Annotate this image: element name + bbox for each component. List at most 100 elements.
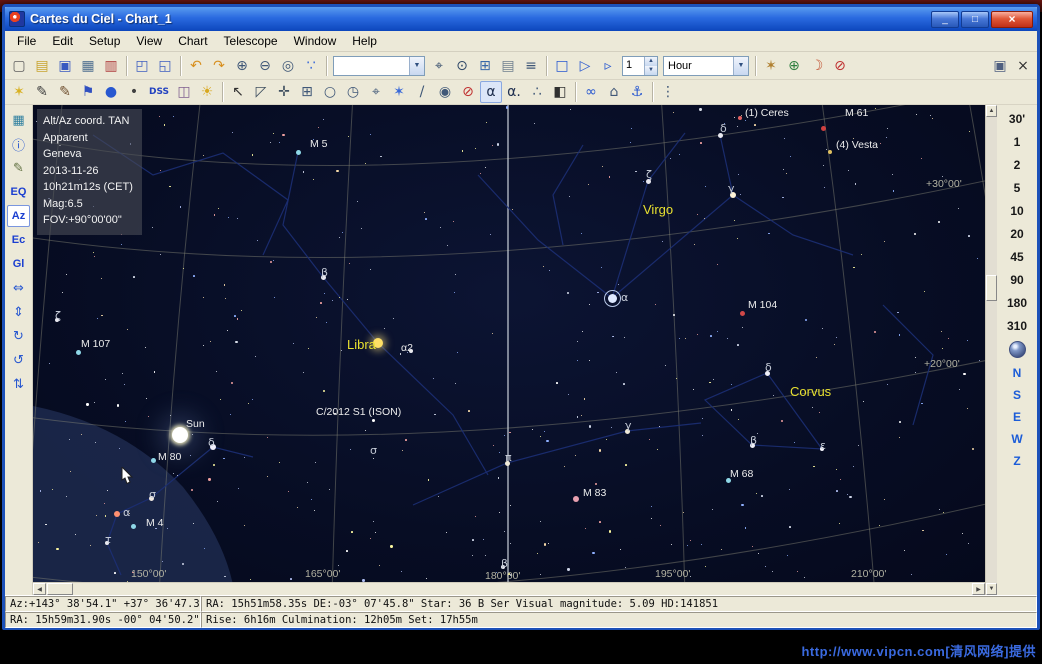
coord-eq-button[interactable]: EQ xyxy=(7,181,30,203)
time-step-button[interactable]: ▹ xyxy=(597,55,619,77)
big-dot-button[interactable]: ● xyxy=(100,81,122,103)
grid-toggle-button[interactable]: ⊞ xyxy=(296,81,318,103)
restrict-button[interactable]: ⊘ xyxy=(457,81,479,103)
coord-az-button[interactable]: Az xyxy=(7,205,30,227)
pin-button[interactable]: ⚑ xyxy=(77,81,99,103)
vertical-scroll-thumb[interactable] xyxy=(986,275,997,301)
label-alpha-button[interactable]: α xyxy=(480,81,502,103)
select-arrow-button[interactable]: ↖ xyxy=(227,81,249,103)
flip-vertical-button[interactable]: ⇕ xyxy=(7,301,30,323)
twinkle-button[interactable]: ✶ xyxy=(388,81,410,103)
search-button[interactable]: ⌖ xyxy=(428,55,450,77)
direction-z[interactable]: Z xyxy=(998,450,1036,472)
label-format-button[interactable]: α. xyxy=(503,81,525,103)
contrast-button[interactable]: ◧ xyxy=(549,81,571,103)
time-stop-button[interactable]: □ xyxy=(551,55,573,77)
small-dot-button[interactable]: • xyxy=(123,81,145,103)
dome-button[interactable]: ⌂ xyxy=(603,81,625,103)
panel-toggle-button[interactable]: ▣ xyxy=(989,55,1011,77)
fov-10[interactable]: 10 xyxy=(998,199,1036,222)
print-button[interactable]: ▦ xyxy=(77,55,99,77)
vertical-scrollbar[interactable]: ▲ ▼ xyxy=(985,105,997,595)
fov-45[interactable]: 45 xyxy=(998,245,1036,268)
redo-button[interactable]: ↷ xyxy=(208,55,230,77)
fov-1[interactable]: 1 xyxy=(998,130,1036,153)
spin-down-icon[interactable]: ▼ xyxy=(645,66,657,75)
fov-310[interactable]: 310 xyxy=(998,314,1036,337)
chart-config-button[interactable]: ▦ xyxy=(7,109,30,131)
dss-image-button[interactable]: DSS xyxy=(146,81,172,103)
titlebar[interactable]: Cartes du Ciel - Chart_1 _□× xyxy=(5,7,1037,31)
dot-menu-button[interactable]: ∵ xyxy=(300,55,322,77)
finder-star-button[interactable]: ✶ xyxy=(8,81,30,103)
time-unit-combo[interactable]: Hour▼ xyxy=(663,56,749,76)
sphere-icon[interactable] xyxy=(1009,341,1026,358)
more-tools-button[interactable]: ⋮ xyxy=(657,81,679,103)
menu-window[interactable]: Window xyxy=(286,32,345,50)
link-charts-button[interactable]: ∞ xyxy=(580,81,602,103)
compass-button[interactable]: ◉ xyxy=(434,81,456,103)
calendar-button[interactable]: ▤ xyxy=(497,55,519,77)
scroll-up-icon[interactable]: ▲ xyxy=(986,105,997,117)
abort-slew-button[interactable]: ⊘ xyxy=(829,55,851,77)
direction-s[interactable]: S xyxy=(998,384,1036,406)
minimize-button[interactable]: _ xyxy=(931,11,959,28)
zoom-in-button[interactable]: ⊕ xyxy=(231,55,253,77)
fov-2[interactable]: 2 xyxy=(998,153,1036,176)
chevron-down-icon[interactable]: ▼ xyxy=(733,57,748,75)
fov-circle-button[interactable]: ○ xyxy=(319,81,341,103)
advanced-search-button[interactable]: ⊙ xyxy=(451,55,473,77)
time-play-button[interactable]: ▷ xyxy=(574,55,596,77)
direction-n[interactable]: N xyxy=(998,362,1036,384)
night-vision-button[interactable]: ☽ xyxy=(806,55,828,77)
position-grid-button[interactable]: ⊞ xyxy=(474,55,496,77)
track-target-button[interactable]: ⊕ xyxy=(783,55,805,77)
print-setup-button[interactable]: ▥ xyxy=(100,55,122,77)
save-chart-button[interactable]: ▣ xyxy=(54,55,76,77)
direction-w[interactable]: W xyxy=(998,428,1036,450)
object-search-combo[interactable]: ▼ xyxy=(333,56,425,76)
coord-gl-button[interactable]: Gl xyxy=(7,253,30,275)
select-area-button[interactable]: ◸ xyxy=(250,81,272,103)
menu-edit[interactable]: Edit xyxy=(44,32,81,50)
menu-file[interactable]: File xyxy=(9,32,44,50)
rotate-ccw-button[interactable]: ↺ xyxy=(7,349,30,371)
menu-telescope[interactable]: Telescope xyxy=(216,32,286,50)
horizontal-scrollbar[interactable]: ◀ ▶ xyxy=(33,582,985,595)
coord-ec-button[interactable]: Ec xyxy=(7,229,30,251)
line-style-button[interactable]: / xyxy=(411,81,433,103)
time-increment-input[interactable]: 1▲▼ xyxy=(622,56,658,76)
maximize-button[interactable]: □ xyxy=(961,11,989,28)
copy-image-button[interactable]: ◰ xyxy=(131,55,153,77)
scroll-left-icon[interactable]: ◀ xyxy=(33,583,46,595)
pencil-button[interactable]: ✎ xyxy=(31,81,53,103)
rotate-cw-button[interactable]: ↻ xyxy=(7,325,30,347)
spin-up-icon[interactable]: ▲ xyxy=(645,57,657,66)
bulb-button[interactable]: ☀ xyxy=(196,81,218,103)
telescope-goto-button[interactable]: ✶ xyxy=(760,55,782,77)
scroll-right-icon[interactable]: ▶ xyxy=(972,583,985,595)
object-list-button[interactable]: ≡ xyxy=(520,55,542,77)
flip-horizontal-button[interactable]: ⇔ xyxy=(7,277,30,299)
horizontal-scroll-thumb[interactable] xyxy=(47,583,73,595)
zoom-out-button[interactable]: ⊖ xyxy=(254,55,276,77)
label-pen-button[interactable]: ✎ xyxy=(54,81,76,103)
swap-view-button[interactable]: ⇅ xyxy=(7,373,30,395)
new-chart-button[interactable]: ▢ xyxy=(8,55,30,77)
star-density-button[interactable]: ∴ xyxy=(526,81,548,103)
scroll-down-icon[interactable]: ▼ xyxy=(986,583,997,595)
copy-chart-button[interactable]: ◱ xyxy=(154,55,176,77)
menu-help[interactable]: Help xyxy=(344,32,385,50)
object-info-button[interactable]: ⓘ xyxy=(7,133,30,155)
clock-button[interactable]: ◷ xyxy=(342,81,364,103)
fov-90[interactable]: 90 xyxy=(998,268,1036,291)
menu-chart[interactable]: Chart xyxy=(170,32,215,50)
watermark-link[interactable]: http://www.vipcn.com[清风网络]提供 xyxy=(801,641,1036,660)
undo-button[interactable]: ↶ xyxy=(185,55,207,77)
fov-180[interactable]: 180 xyxy=(998,291,1036,314)
zoom-default-button[interactable]: ◎ xyxy=(277,55,299,77)
fov-20[interactable]: 20 xyxy=(998,222,1036,245)
edit-labels-button[interactable]: ✎ xyxy=(7,157,30,179)
sky-chart[interactable]: Alt/Az coord. TANApparentGeneva2013-11-2… xyxy=(33,105,985,582)
chevron-down-icon[interactable]: ▼ xyxy=(409,57,424,75)
